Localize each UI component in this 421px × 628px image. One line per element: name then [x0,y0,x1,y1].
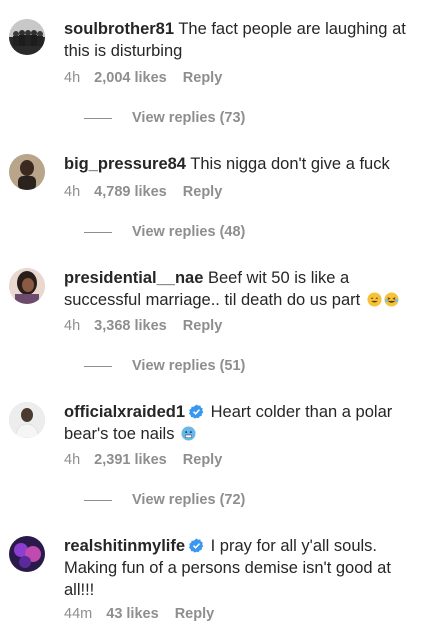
comment-meta: 4h 4,789 likes Reply [64,184,234,200]
comment-body: big_pressure84 This nigga don't give a f… [64,153,409,175]
comment-meta: 4h 2,004 likes Reply [64,70,234,86]
divider-line [84,231,112,233]
view-replies-label: View replies (72) [132,492,246,508]
avatar[interactable] [9,536,45,572]
view-replies-button[interactable]: View replies (73) [84,110,245,126]
group-photo-avatar-icon [9,19,45,55]
verified-badge-icon [189,404,204,419]
person-avatar-icon [9,154,45,190]
comment-body: realshitinmylife I pray for all y'all so… [64,535,409,601]
avatar[interactable] [9,19,45,55]
comment-username[interactable]: soulbrother81 [64,20,174,38]
comment-username[interactable]: presidential__nae [64,269,203,287]
comment-body: presidential__nae Beef wit 50 is like a … [64,267,409,311]
comment-username[interactable]: big_pressure84 [64,155,186,173]
comment-username[interactable]: officialxraided1 [64,403,185,421]
avatar[interactable] [9,154,45,190]
comment-likes[interactable]: 2,391 likes [94,452,167,468]
comment-time: 4h [64,318,81,334]
comment-text: This nigga don't give a fuck [190,155,390,173]
person-avatar-icon [9,268,45,304]
comment-likes[interactable]: 43 likes [106,606,158,622]
view-replies-label: View replies (51) [132,358,246,374]
group-photo-avatar-icon [9,536,45,572]
comment-likes[interactable]: 4,789 likes [94,184,167,200]
view-replies-button[interactable]: View replies (72) [84,492,245,508]
sweat-smile-emoji-icon [367,292,382,307]
comment-time: 4h [64,452,81,468]
comment-username[interactable]: realshitinmylife [64,537,185,555]
view-replies-button[interactable]: View replies (48) [84,224,245,240]
comment-body: officialxraided1 Heart colder than a pol… [64,401,409,445]
cold-face-emoji-icon [181,426,196,441]
comment-time: 44m [64,606,93,622]
laughing-tears-emoji-icon [384,292,399,307]
reply-button[interactable]: Reply [183,70,223,86]
comment-meta: 44m 43 likes Reply [64,606,226,622]
comment-body: soulbrother81 The fact people are laughi… [64,18,409,62]
comment-meta: 4h 3,368 likes Reply [64,318,234,334]
view-replies-button[interactable]: View replies (51) [84,358,245,374]
reply-button[interactable]: Reply [175,606,215,622]
avatar[interactable] [9,268,45,304]
view-replies-label: View replies (73) [132,110,246,126]
reply-button[interactable]: Reply [183,318,223,334]
comment-time: 4h [64,184,81,200]
divider-line [84,365,112,367]
divider-line [84,117,112,119]
comment-likes[interactable]: 3,368 likes [94,318,167,334]
comment-meta: 4h 2,391 likes Reply [64,452,234,468]
reply-button[interactable]: Reply [183,452,223,468]
avatar[interactable] [9,402,45,438]
person-avatar-icon [9,402,45,438]
reply-button[interactable]: Reply [183,184,223,200]
comment-likes[interactable]: 2,004 likes [94,70,167,86]
divider-line [84,499,112,501]
comment-time: 4h [64,70,81,86]
view-replies-label: View replies (48) [132,224,246,240]
verified-badge-icon [189,538,204,553]
